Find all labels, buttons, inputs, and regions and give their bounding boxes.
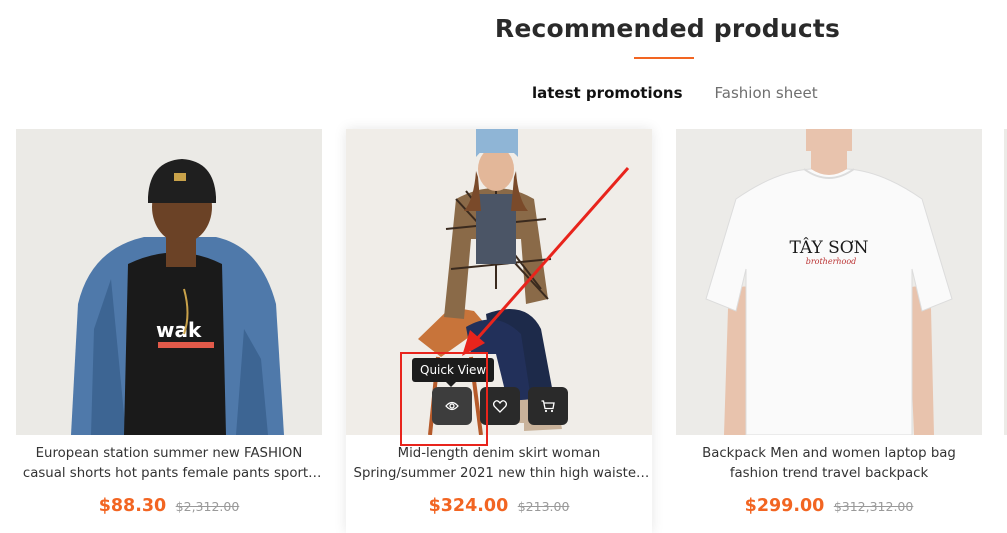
product-image[interactable]: Quick View bbox=[346, 129, 652, 435]
cart-icon bbox=[541, 399, 555, 413]
add-to-cart-button[interactable] bbox=[528, 387, 568, 425]
title-underline bbox=[634, 57, 694, 59]
product-price: $324.00 bbox=[428, 496, 509, 516]
product-prices: $88.30 $2,312.00 bbox=[16, 496, 322, 516]
product-price: $88.30 bbox=[98, 496, 167, 516]
tshirt-print-text: TÂY SƠN bbox=[789, 237, 868, 258]
wishlist-button[interactable] bbox=[480, 387, 520, 425]
product-prices: $324.00 $213.00 bbox=[346, 496, 652, 516]
heart-icon bbox=[493, 399, 507, 413]
product-name[interactable]: European station summer new FASHION casu… bbox=[16, 444, 322, 484]
eye-icon bbox=[445, 401, 459, 411]
product-prices: $299.00 $312,312.00 bbox=[676, 496, 982, 516]
product-actions bbox=[432, 387, 568, 425]
product-card[interactable]: TÂY SƠN brotherhood Backpack Men and wom… bbox=[676, 129, 982, 533]
section-title: Recommended products bbox=[494, 14, 841, 43]
product-image[interactable]: wak bbox=[16, 129, 322, 435]
product-old-price: $2,312.00 bbox=[175, 499, 240, 514]
quick-view-tooltip: Quick View bbox=[412, 358, 495, 387]
product-tabs: latest promotions Fashion sheet bbox=[532, 84, 818, 102]
product-name[interactable]: Mid-length denim skirt woman Spring/summ… bbox=[346, 444, 652, 484]
tab-fashion-sheet[interactable]: Fashion sheet bbox=[715, 84, 818, 102]
product-name[interactable]: Backpack Men and women laptop bag fashio… bbox=[676, 444, 982, 484]
product-old-price: $213.00 bbox=[517, 499, 570, 514]
tab-latest-promotions[interactable]: latest promotions bbox=[532, 84, 683, 102]
quick-view-button[interactable] bbox=[432, 387, 472, 425]
product-card[interactable]: Quick View Mid-length denim skirt woman … bbox=[346, 129, 652, 533]
svg-text:wak: wak bbox=[156, 318, 202, 342]
tshirt-print-subtext: brotherhood bbox=[806, 257, 857, 266]
product-price: $299.00 bbox=[744, 496, 825, 516]
product-old-price: $312,312.00 bbox=[833, 499, 914, 514]
product-card[interactable]: wak European station summer new FASHION … bbox=[16, 129, 322, 533]
product-image[interactable]: TÂY SƠN brotherhood bbox=[676, 129, 982, 435]
